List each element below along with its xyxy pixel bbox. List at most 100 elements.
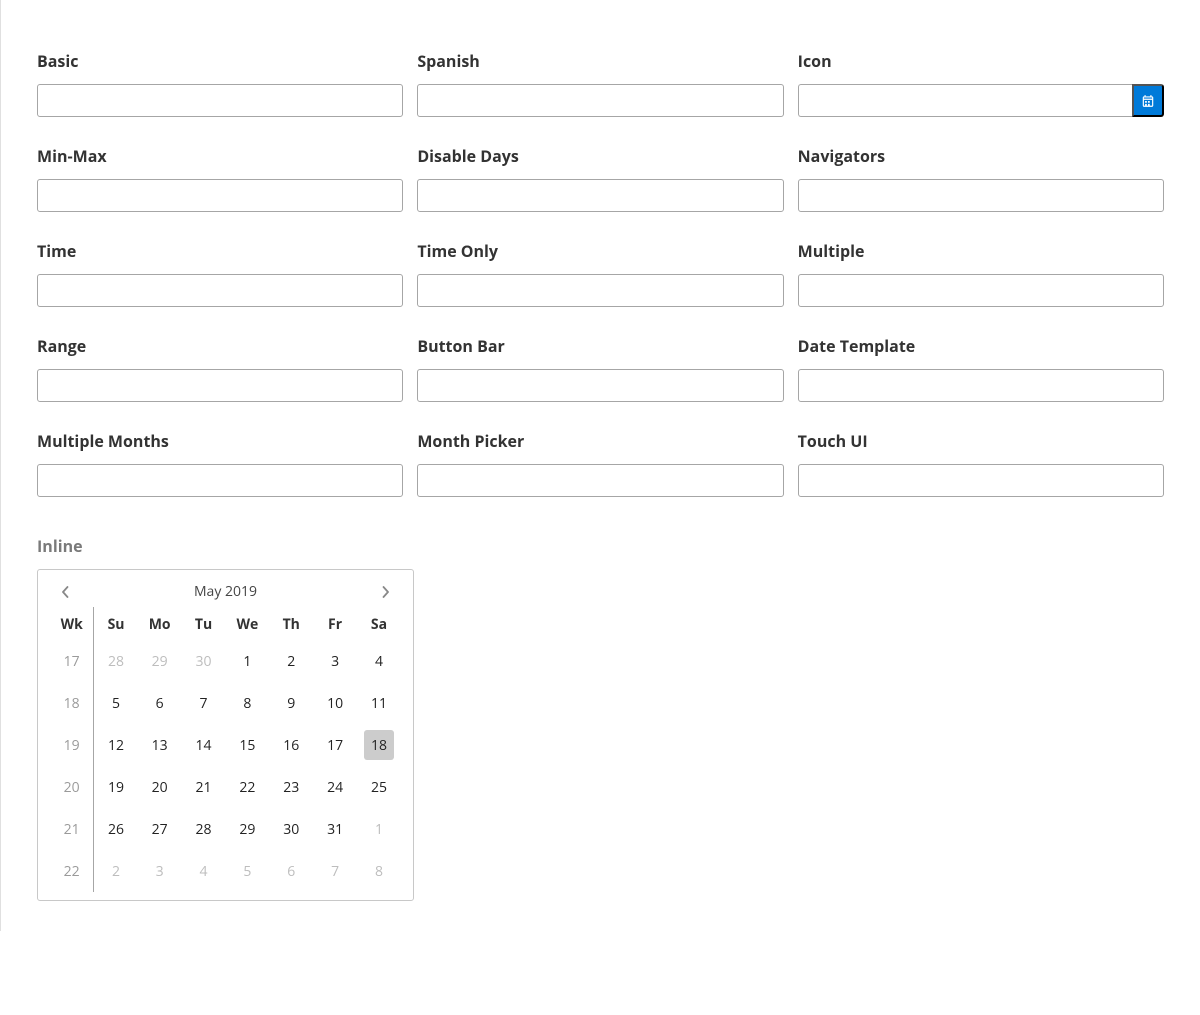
calendar-week-number: 18 bbox=[50, 682, 94, 724]
calendar-day[interactable]: 31 bbox=[313, 808, 357, 850]
calendar-week-number: 21 bbox=[50, 808, 94, 850]
input-icon[interactable] bbox=[798, 84, 1132, 117]
label-date-template: Date Template bbox=[798, 335, 1164, 357]
input-spanish[interactable] bbox=[417, 84, 783, 117]
calendar-day[interactable]: 2 bbox=[269, 640, 313, 682]
calendar-day[interactable]: 17 bbox=[313, 724, 357, 766]
calendar-day[interactable]: 28 bbox=[182, 808, 226, 850]
calendar-week-row: 212627282930311 bbox=[50, 808, 401, 850]
field-date-template: Date Template bbox=[798, 335, 1164, 402]
calendar-day[interactable]: 3 bbox=[313, 640, 357, 682]
calendar-weekday-su: Su bbox=[94, 607, 138, 640]
label-range: Range bbox=[37, 335, 403, 357]
field-min-max: Min-Max bbox=[37, 145, 403, 212]
calendar-day: 1 bbox=[357, 808, 401, 850]
field-month-picker: Month Picker bbox=[417, 430, 783, 497]
field-time-only: Time Only bbox=[417, 240, 783, 307]
calendar-day[interactable]: 7 bbox=[182, 682, 226, 724]
calendar-weekday-th: Th bbox=[269, 607, 313, 640]
calendar-day[interactable]: 25 bbox=[357, 766, 401, 808]
label-multiple-months: Multiple Months bbox=[37, 430, 403, 452]
field-range: Range bbox=[37, 335, 403, 402]
input-time[interactable] bbox=[37, 274, 403, 307]
calendar-day[interactable]: 15 bbox=[225, 724, 269, 766]
calendar-day: 30 bbox=[182, 640, 226, 682]
calendar-day[interactable]: 10 bbox=[313, 682, 357, 724]
input-button-bar[interactable] bbox=[417, 369, 783, 402]
calendar-day[interactable]: 16 bbox=[269, 724, 313, 766]
input-basic[interactable] bbox=[37, 84, 403, 117]
chevron-right-icon bbox=[381, 586, 391, 598]
calendar-weekday-sa: Sa bbox=[357, 607, 401, 640]
calendar-week-number: 17 bbox=[50, 640, 94, 682]
calendar-day[interactable]: 12 bbox=[94, 724, 138, 766]
calendar-weekday-we: We bbox=[225, 607, 269, 640]
calendar-day[interactable]: 14 bbox=[182, 724, 226, 766]
label-basic: Basic bbox=[37, 50, 403, 72]
input-touch-ui[interactable] bbox=[798, 464, 1164, 497]
calendar-title[interactable]: May 2019 bbox=[194, 582, 257, 601]
calendar-day[interactable]: 5 bbox=[94, 682, 138, 724]
calendar-day[interactable]: 6 bbox=[138, 682, 182, 724]
field-icon: Icon bbox=[798, 50, 1164, 117]
calendar-week-row: 222345678 bbox=[50, 850, 401, 892]
label-spanish: Spanish bbox=[417, 50, 783, 72]
calendar-day[interactable]: 4 bbox=[357, 640, 401, 682]
field-basic: Basic bbox=[37, 50, 403, 117]
calendar-next-button[interactable] bbox=[377, 583, 395, 601]
label-time: Time bbox=[37, 240, 403, 262]
calendar-day[interactable]: 11 bbox=[357, 682, 401, 724]
field-time: Time bbox=[37, 240, 403, 307]
calendar-week-number: 22 bbox=[50, 850, 94, 892]
calendar-day[interactable]: 29 bbox=[225, 808, 269, 850]
input-date-template[interactable] bbox=[798, 369, 1164, 402]
calendar-day[interactable]: 18 bbox=[357, 724, 401, 766]
calendar-day: 4 bbox=[182, 850, 226, 892]
input-min-max[interactable] bbox=[37, 179, 403, 212]
calendar-day[interactable]: 13 bbox=[138, 724, 182, 766]
calendar-day[interactable]: 8 bbox=[225, 682, 269, 724]
calendar-day: 5 bbox=[225, 850, 269, 892]
label-disable-days: Disable Days bbox=[417, 145, 783, 167]
label-navigators: Navigators bbox=[798, 145, 1164, 167]
calendar-day[interactable]: 9 bbox=[269, 682, 313, 724]
input-navigators[interactable] bbox=[798, 179, 1164, 212]
inline-calendar: May 2019 Wk Su Mo Tu We Th Fr bbox=[37, 569, 414, 901]
calendar-day[interactable]: 21 bbox=[182, 766, 226, 808]
calendar-day[interactable]: 30 bbox=[269, 808, 313, 850]
calendar-week-row: 2019202122232425 bbox=[50, 766, 401, 808]
calendar-day[interactable]: 23 bbox=[269, 766, 313, 808]
calendar-icon bbox=[1141, 94, 1155, 108]
calendar-weekday-wk: Wk bbox=[50, 607, 94, 640]
calendar-day: 6 bbox=[269, 850, 313, 892]
calendar-trigger-button[interactable] bbox=[1132, 84, 1164, 117]
calendar-weekday-mo: Mo bbox=[138, 607, 182, 640]
calendar-day[interactable]: 20 bbox=[138, 766, 182, 808]
label-min-max: Min-Max bbox=[37, 145, 403, 167]
calendar-day[interactable]: 24 bbox=[313, 766, 357, 808]
calendar-day[interactable]: 26 bbox=[94, 808, 138, 850]
label-time-only: Time Only bbox=[417, 240, 783, 262]
label-button-bar: Button Bar bbox=[417, 335, 783, 357]
label-month-picker: Month Picker bbox=[417, 430, 783, 452]
calendar-grid: Wk Su Mo Tu We Th Fr Sa 1728293012341856… bbox=[50, 607, 401, 892]
calendar-prev-button[interactable] bbox=[56, 583, 74, 601]
calendar-week-row: 1912131415161718 bbox=[50, 724, 401, 766]
calendar-weekday-tu: Tu bbox=[182, 607, 226, 640]
input-time-only[interactable] bbox=[417, 274, 783, 307]
calendar-day[interactable]: 27 bbox=[138, 808, 182, 850]
field-spanish: Spanish bbox=[417, 50, 783, 117]
calendar-day[interactable]: 19 bbox=[94, 766, 138, 808]
input-multiple[interactable] bbox=[798, 274, 1164, 307]
input-range[interactable] bbox=[37, 369, 403, 402]
calendar-week-row: 172829301234 bbox=[50, 640, 401, 682]
field-multiple: Multiple bbox=[798, 240, 1164, 307]
calendar-day: 3 bbox=[138, 850, 182, 892]
calendar-day[interactable]: 22 bbox=[225, 766, 269, 808]
calendar-week-number: 19 bbox=[50, 724, 94, 766]
calendar-week-number: 20 bbox=[50, 766, 94, 808]
input-multiple-months[interactable] bbox=[37, 464, 403, 497]
calendar-day[interactable]: 1 bbox=[225, 640, 269, 682]
input-disable-days[interactable] bbox=[417, 179, 783, 212]
input-month-picker[interactable] bbox=[417, 464, 783, 497]
